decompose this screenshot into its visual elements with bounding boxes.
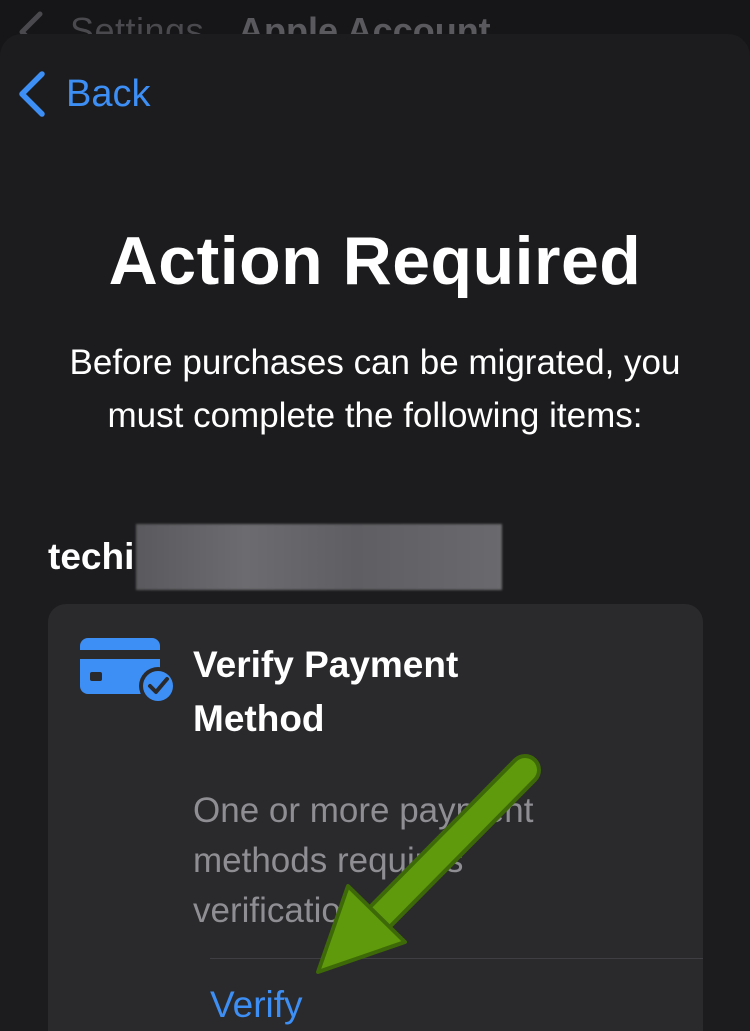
credit-card-check-icon (80, 638, 177, 705)
account-email: techi (48, 524, 503, 590)
verify-payment-card: Verify Payment Method One or more paymen… (48, 604, 703, 1031)
screen: Settings Apple Account Back Action Requi… (0, 0, 750, 1031)
page-title: Action Required (108, 223, 642, 299)
card-divider (210, 958, 703, 959)
page-description: Before purchases can be migrated, you mu… (69, 343, 681, 435)
back-button-label: Back (66, 72, 151, 115)
chevron-left-icon (19, 71, 45, 117)
verify-button[interactable]: Verify (210, 984, 303, 1026)
back-button[interactable]: Back (14, 64, 150, 124)
account-email-redacted (136, 524, 503, 590)
account-email-prefix: techi (48, 536, 135, 577)
card-description: One or more payment methods requires ver… (193, 791, 534, 930)
action-required-sheet: Back Action Required Before purchases ca… (0, 34, 750, 1031)
card-title: Verify Payment Method (193, 644, 459, 739)
